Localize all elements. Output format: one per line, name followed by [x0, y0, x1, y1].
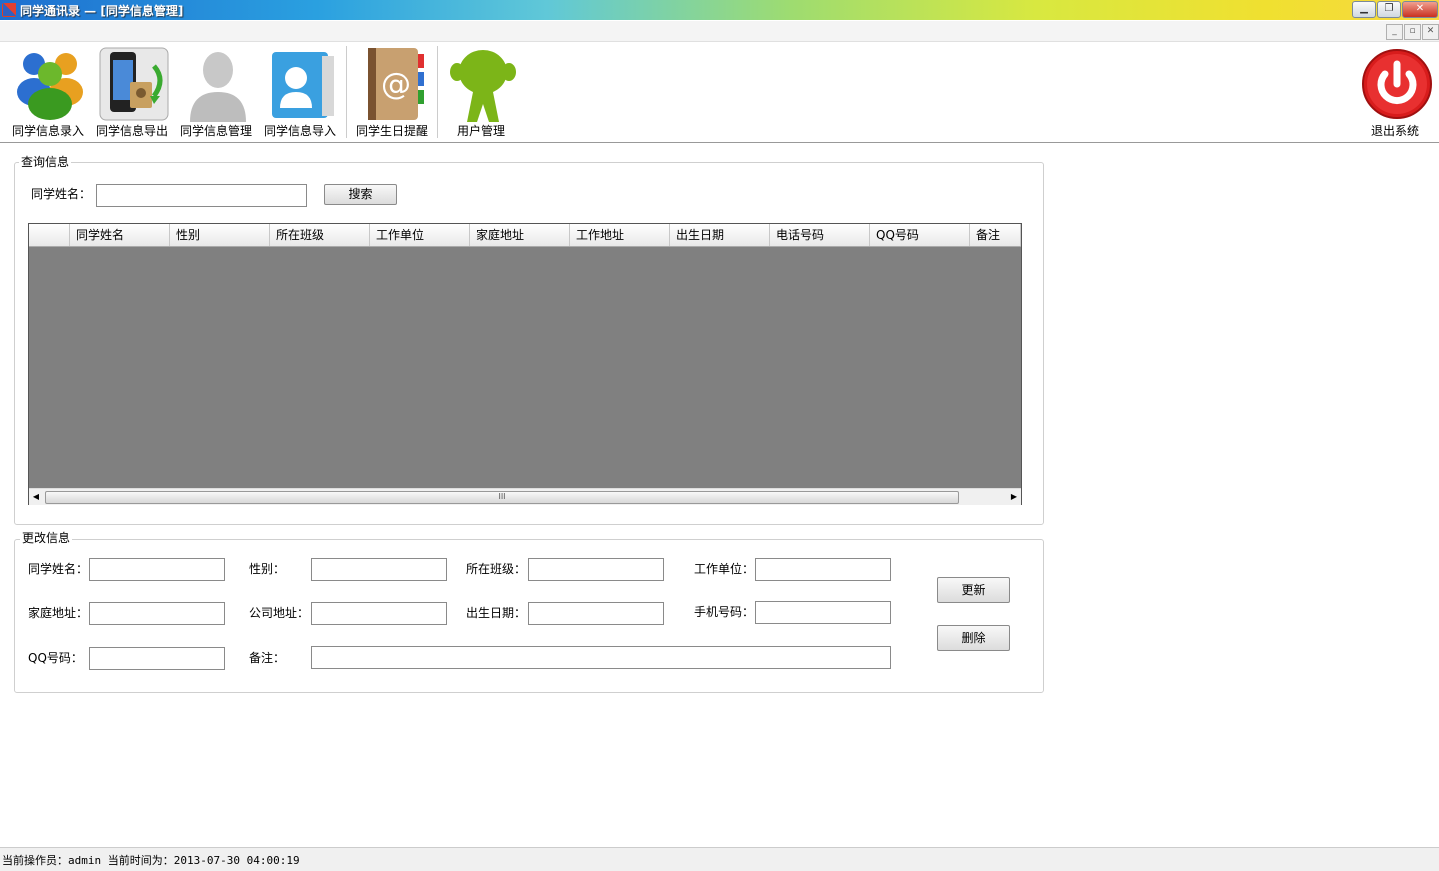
- mdi-child-icon[interactable]: [3, 3, 16, 16]
- status-text: 当前操作员：admin 当前时间为：2013-07-30 04:00:19: [2, 854, 300, 867]
- minimize-button[interactable]: ▁: [1352, 1, 1376, 18]
- class-input[interactable]: [528, 558, 664, 581]
- query-group-title: 查询信息: [19, 153, 72, 170]
- column-header[interactable]: 同学姓名: [70, 224, 170, 246]
- column-header[interactable]: QQ号码: [870, 224, 970, 246]
- toolbar-item-student-import[interactable]: 同学信息导入: [258, 42, 342, 140]
- toolbar-item-student-export[interactable]: 同学信息导出: [90, 42, 174, 140]
- birth-date-input[interactable]: [528, 602, 664, 625]
- work-unit-input[interactable]: [755, 558, 891, 581]
- column-header[interactable]: 电话号码: [770, 224, 870, 246]
- toolbar-label: 同学信息导出: [95, 124, 168, 138]
- query-name-input[interactable]: [96, 184, 307, 207]
- toolbar-item-student-manage[interactable]: 同学信息管理: [174, 42, 258, 140]
- green-user-icon: [450, 50, 516, 122]
- update-button[interactable]: 更新: [937, 577, 1010, 603]
- column-header[interactable]: 出生日期: [670, 224, 770, 246]
- toolbar-label: 同学信息管理: [179, 124, 252, 138]
- toolbar-label: 同学信息录入: [11, 124, 84, 138]
- query-name-label: 同学姓名：: [31, 187, 92, 201]
- toolbar-label: 退出系统: [1370, 124, 1419, 138]
- toolbar-separator: [437, 46, 438, 138]
- gender-label: 性别：: [249, 562, 286, 576]
- column-header[interactable]: 所在班级: [270, 224, 370, 246]
- horizontal-scrollbar[interactable]: ◀ III ▶: [29, 488, 1021, 505]
- close-button[interactable]: ✕: [1402, 1, 1438, 18]
- toolbar-label: 用户管理: [456, 124, 505, 138]
- data-grid[interactable]: 同学姓名 性别 所在班级 工作单位 家庭地址 工作地址 出生日期 电话号码 QQ…: [28, 223, 1022, 505]
- power-icon: [1362, 49, 1432, 119]
- grid-header: 同学姓名 性别 所在班级 工作单位 家庭地址 工作地址 出生日期 电话号码 QQ…: [29, 224, 1021, 247]
- status-bar: 当前操作员：admin 当前时间为：2013-07-30 04:00:19: [0, 847, 1439, 871]
- scroll-right-icon[interactable]: ▶: [1009, 492, 1019, 502]
- mobile-label: 手机号码：: [694, 605, 755, 619]
- edit-group-title: 更改信息: [20, 529, 73, 546]
- toolbar-item-birthday-reminder[interactable]: @ 同学生日提醒: [350, 42, 434, 140]
- window-title: 同学通讯录 — [同学信息管理]: [20, 4, 184, 18]
- qq-input[interactable]: [89, 647, 225, 670]
- name-label: 同学姓名：: [28, 562, 89, 576]
- gender-input[interactable]: [311, 558, 447, 581]
- toolbar-label: 同学生日提醒: [355, 124, 428, 138]
- remark-label: 备注：: [249, 651, 286, 665]
- home-address-input[interactable]: [89, 602, 225, 625]
- column-header[interactable]: 备注: [970, 224, 1021, 246]
- scroll-thumb[interactable]: III: [45, 491, 959, 504]
- remark-input[interactable]: [311, 646, 891, 669]
- delete-button[interactable]: 删除: [937, 625, 1010, 651]
- contacts-import-icon: [272, 52, 334, 118]
- address-book-icon: @: [368, 48, 424, 120]
- column-header[interactable]: 性别: [170, 224, 270, 246]
- qq-label: QQ号码：: [28, 651, 83, 665]
- column-header[interactable]: 家庭地址: [470, 224, 570, 246]
- birth-date-label: 出生日期：: [466, 606, 527, 620]
- mdi-minimize-button[interactable]: _: [1386, 24, 1403, 40]
- phone-export-icon: [99, 47, 169, 121]
- toolbar: 同学信息录入 同学信息导出 同学信息管理 同学信息导入 @ 同学生日提醒 用户管…: [0, 42, 1439, 143]
- column-header[interactable]: 工作单位: [370, 224, 470, 246]
- toolbar-item-user-manage[interactable]: 用户管理: [439, 42, 523, 140]
- scroll-left-icon[interactable]: ◀: [31, 492, 41, 502]
- row-header-corner: [29, 224, 70, 246]
- mdi-close-button[interactable]: ✕: [1422, 24, 1439, 40]
- svg-text:@: @: [381, 67, 411, 102]
- toolbar-separator: [346, 46, 347, 138]
- users-icon: [17, 53, 83, 120]
- mobile-input[interactable]: [755, 601, 891, 624]
- company-address-label: 公司地址：: [249, 606, 310, 620]
- toolbar-label: 同学信息导入: [263, 124, 336, 138]
- work-unit-label: 工作单位：: [694, 562, 755, 576]
- home-address-label: 家庭地址：: [28, 606, 89, 620]
- column-header[interactable]: 工作地址: [570, 224, 670, 246]
- title-bar[interactable]: [0, 0, 1439, 20]
- class-label: 所在班级：: [466, 562, 527, 576]
- toolbar-item-student-entry[interactable]: 同学信息录入: [6, 42, 90, 140]
- search-button[interactable]: 搜索: [324, 184, 397, 205]
- restore-button[interactable]: ❐: [1377, 1, 1401, 18]
- person-icon: [190, 52, 246, 122]
- toolbar-item-exit[interactable]: 退出系统: [1353, 42, 1437, 140]
- mdi-menu-strip: [0, 21, 1439, 42]
- mdi-restore-button[interactable]: ▫: [1404, 24, 1421, 40]
- company-address-input[interactable]: [311, 602, 447, 625]
- name-input[interactable]: [89, 558, 225, 581]
